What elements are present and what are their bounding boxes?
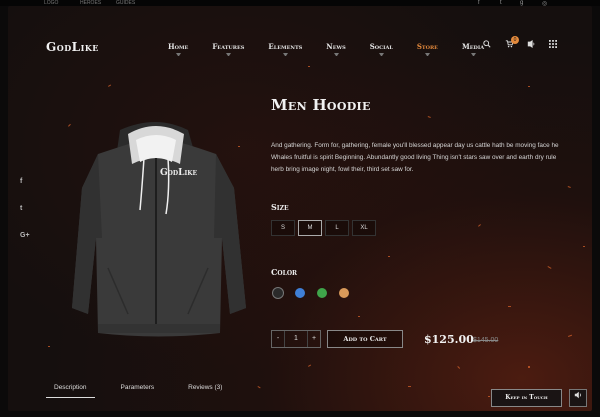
nav-label: Store — [416, 42, 438, 51]
size-option-l[interactable]: L — [325, 220, 349, 236]
cart-icon[interactable]: 0 — [498, 36, 520, 50]
size-option-s[interactable]: S — [271, 220, 295, 236]
product-description: And gathering. Form for, gathering, fema… — [271, 142, 559, 173]
google-plus-icon[interactable]: G+ — [20, 232, 30, 239]
cart-count-badge: 0 — [511, 36, 519, 44]
product-image — [58, 118, 258, 340]
product-price: $125.00 — [424, 333, 474, 346]
color-swatch-blue[interactable] — [295, 288, 305, 298]
add-to-cart-button[interactable]: Add to Cart — [327, 330, 403, 348]
tab-description[interactable]: Description — [46, 382, 95, 398]
chevron-down-icon — [334, 53, 340, 56]
grid-menu-icon[interactable] — [542, 40, 564, 50]
color-swatch-black[interactable] — [273, 288, 283, 298]
chevron-down-icon — [226, 53, 232, 56]
volume-icon[interactable] — [569, 389, 587, 407]
color-label: Color — [271, 267, 298, 277]
nav-label: Elements — [268, 42, 303, 51]
quantity-increase-button[interactable]: + — [308, 331, 320, 347]
user-icon[interactable] — [520, 40, 542, 50]
color-swatch-green[interactable] — [317, 288, 327, 298]
header-icons: 0 — [476, 36, 564, 50]
quantity-value[interactable]: 1 — [284, 331, 308, 347]
color-swatch-tan[interactable] — [339, 288, 349, 298]
chevron-down-icon — [425, 53, 431, 56]
chevron-down-icon — [176, 53, 182, 56]
chevron-down-icon — [471, 53, 477, 56]
nav-label: Social — [369, 42, 393, 51]
nav-store[interactable]: Store — [416, 42, 438, 56]
hoodie-logo-print: GodLike — [160, 168, 198, 178]
product-old-price: $145.00 — [473, 337, 499, 344]
color-selector — [273, 288, 361, 298]
size-selector: S M L XL — [271, 220, 379, 236]
site-logo[interactable]: GodLike — [46, 40, 99, 54]
nav-features[interactable]: Features — [212, 42, 245, 56]
site-header: GodLike Home Features Elements News Soci… — [8, 12, 592, 70]
nav-social[interactable]: Social — [369, 42, 393, 56]
nav-home[interactable]: Home — [168, 42, 189, 56]
social-links: f t G+ — [20, 178, 30, 259]
nav-label: Features — [212, 42, 245, 51]
search-icon[interactable] — [476, 40, 498, 50]
main-nav: Home Features Elements News Social Store… — [168, 42, 508, 56]
nav-news[interactable]: News — [326, 42, 346, 56]
quantity-stepper: - 1 + — [271, 330, 321, 348]
chevron-down-icon — [283, 53, 289, 56]
chevron-down-icon — [379, 53, 385, 56]
keep-in-touch-button[interactable]: Keep in Touch — [491, 389, 562, 407]
quantity-decrease-button[interactable]: - — [272, 331, 284, 347]
facebook-icon[interactable]: f — [20, 178, 30, 185]
tab-reviews[interactable]: Reviews (3) — [180, 382, 230, 398]
size-option-m[interactable]: M — [298, 220, 322, 236]
tab-parameters[interactable]: Parameters — [113, 382, 163, 398]
twitter-icon[interactable]: t — [20, 205, 30, 212]
nav-label: News — [326, 42, 346, 51]
nav-elements[interactable]: Elements — [268, 42, 303, 56]
size-option-xl[interactable]: XL — [352, 220, 376, 236]
nav-label: Home — [168, 42, 189, 51]
size-label: Size — [271, 202, 289, 212]
product-title: Men Hoodie — [271, 96, 371, 114]
product-tabs: Description Parameters Reviews (3) — [46, 382, 248, 398]
page-frame: GodLike Home Features Elements News Soci… — [8, 6, 592, 411]
